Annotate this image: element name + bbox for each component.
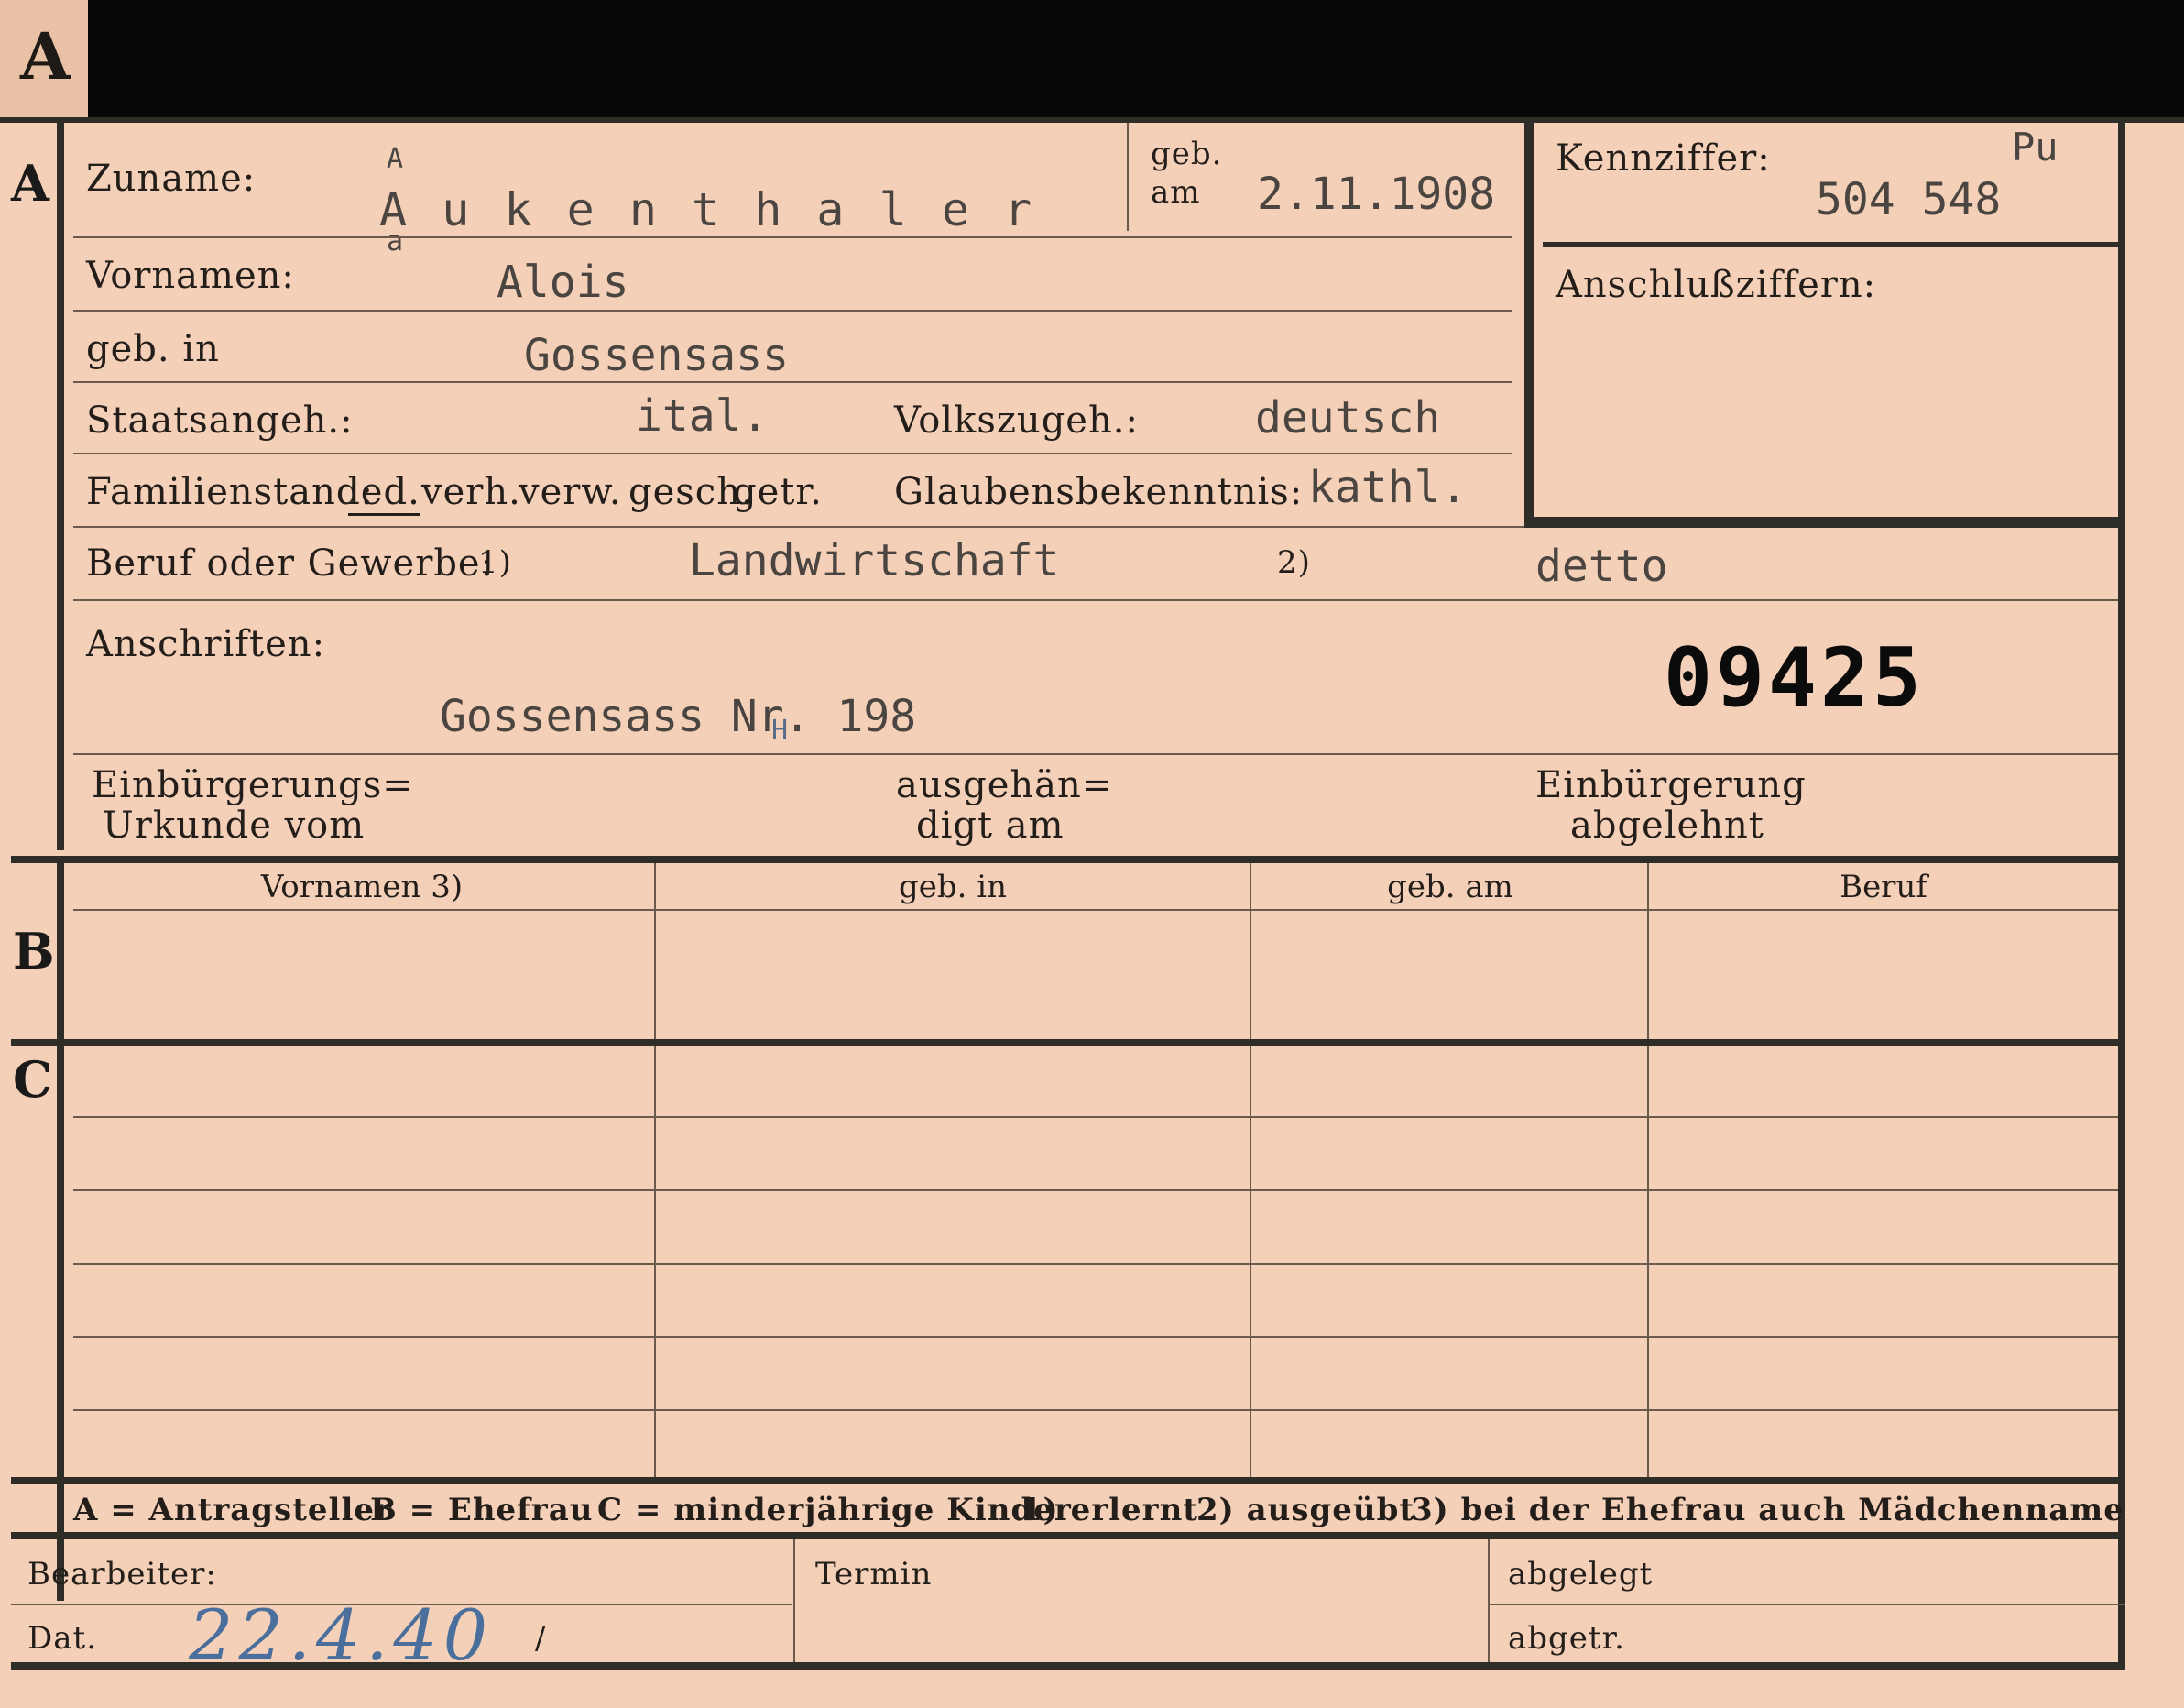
card-top-rule	[0, 117, 2184, 123]
col-header-first-names: Vornamen 3)	[260, 869, 464, 905]
address-value: Gossensass Nr. 198	[440, 691, 917, 742]
legend-row: A = Antragsteller B = Ehefrau C = minder…	[0, 1490, 2125, 1534]
surname-correction-top: A	[387, 143, 404, 175]
occupation-note-1: 1)	[478, 544, 512, 581]
footer-right-rule	[1490, 1604, 2125, 1605]
address-label: Anschriften:	[86, 623, 326, 665]
marital-row-rule	[73, 526, 1524, 528]
corner-tab-letter: A	[20, 18, 71, 94]
corner-tab: A	[0, 0, 88, 117]
legend-item-c: C = minderjährige Kinder	[597, 1492, 1072, 1528]
naturalization-label-1: Einbürgerungs=	[92, 764, 414, 806]
first-names-value: Alois	[497, 257, 629, 308]
section-a-letter: A	[11, 154, 49, 213]
surname-label: Zuname:	[86, 158, 257, 200]
footer-divider-1	[793, 1539, 795, 1662]
id-label: Kennziffer:	[1556, 137, 1771, 180]
section-b-bottom-rule	[11, 1039, 2125, 1046]
address-correction: H	[771, 715, 789, 747]
section-b-letter: B	[13, 922, 55, 980]
birth-date-value: 2.11.1908	[1257, 169, 1496, 220]
section-b-col-divider-1	[654, 863, 656, 1039]
connection-label: Anschlußziffern:	[1556, 264, 1877, 306]
occupation-value-2: detto	[1535, 541, 1668, 592]
marital-option-married: verh.	[421, 471, 521, 513]
surname-row-rule	[73, 236, 1512, 238]
section-a-left-rule	[57, 117, 64, 850]
handed-label-1: ausgehän=	[896, 764, 1114, 806]
marital-label: Familienstand:	[86, 471, 374, 513]
birth-label-1: geb.	[1151, 136, 1223, 172]
religion-value: kathl.	[1308, 462, 1468, 513]
naturalization-label-2: Urkunde vom	[103, 805, 366, 847]
section-c-bottom-rule	[11, 1477, 2125, 1484]
col-header-birthdate: geb. am	[1387, 869, 1513, 905]
date-label: Dat.	[27, 1620, 98, 1657]
dark-scan-border	[0, 0, 2184, 117]
section-b-header-rule	[73, 909, 2118, 911]
section-c-col-divider-3	[1647, 1046, 1649, 1477]
legend-note-2: 2) ausgeübt	[1196, 1492, 1415, 1528]
section-c-row-rule	[73, 1189, 2118, 1191]
citizenship-label: Staatsangeh.:	[86, 400, 354, 442]
deadline-label: Termin	[815, 1556, 933, 1593]
birthplace-row-rule	[73, 381, 1512, 383]
date-value: 22.4.40	[189, 1594, 494, 1676]
section-c-row-rule	[73, 1263, 2118, 1265]
marital-option-separated: getr.	[733, 471, 823, 513]
marital-option-single: led.	[348, 471, 420, 516]
occupation-note-2: 2)	[1277, 544, 1311, 581]
legend-note-3: 3) bei der Ehefrau auch Mädchenname	[1411, 1492, 2124, 1528]
section-b-col-divider-2	[1250, 863, 1251, 1039]
section-c-col-divider-2	[1250, 1046, 1251, 1477]
card-right-rule	[2118, 117, 2125, 1666]
surname-correction-below: a	[387, 225, 404, 257]
footer-divider-2	[1488, 1539, 1490, 1662]
occupation-value-1: Landwirtschaft	[689, 535, 1060, 586]
ethnicity-label: Volkszugeh.:	[894, 400, 1139, 442]
rejected-label-2: abgelehnt	[1570, 805, 1764, 847]
id-box-bottom-rule	[1524, 517, 2125, 528]
filed-label: abgelegt	[1508, 1556, 1654, 1593]
religion-label: Glaubensbekenntnis:	[894, 471, 1304, 513]
col-header-birthplace: geb. in	[898, 869, 1008, 905]
section-c-row-rule	[73, 1116, 2118, 1118]
ethnicity-value: deutsch	[1255, 392, 1441, 443]
col-header-occupation: Beruf	[1840, 869, 1927, 905]
marital-option-widowed: verw.	[519, 471, 622, 513]
first-names-row-rule	[73, 310, 1512, 312]
surname-divider	[1127, 123, 1129, 231]
occupation-row-rule	[73, 599, 2118, 601]
section-a-bottom-rule	[11, 856, 2125, 863]
date-slash: /	[535, 1620, 547, 1657]
removed-label: abgetr.	[1508, 1620, 1625, 1657]
id-prefix: Pu	[2012, 125, 2058, 170]
registration-card: A Zuname: A u k e n t h a l e r A a geb.…	[0, 117, 2184, 1708]
legend-note-1: 1) erlernt	[1021, 1492, 1199, 1528]
citizenship-value: ital.	[636, 390, 769, 442]
section-c-row-rule	[73, 1409, 2118, 1411]
section-c-letter: C	[13, 1050, 52, 1109]
first-names-label: Vornamen:	[86, 255, 295, 297]
section-c-col-divider-1	[654, 1046, 656, 1477]
id-value: 504 548	[1816, 174, 2002, 225]
surname-value: A u k e n t h a l e r	[379, 183, 1036, 236]
birthplace-label: geb. in	[86, 328, 220, 370]
legend-item-a: A = Antragsteller	[73, 1492, 392, 1528]
section-c-row-rule	[73, 1336, 2118, 1338]
handed-label-2: digt am	[916, 805, 1065, 847]
birth-label-2: am	[1151, 174, 1201, 211]
address-row-rule	[73, 753, 2118, 755]
id-box-left-rule	[1524, 123, 1534, 526]
occupation-label: Beruf oder Gewerbe:	[86, 542, 495, 585]
citizenship-row-rule	[73, 453, 1512, 454]
birthplace-value: Gossensass	[524, 330, 789, 381]
stamp-number: 09425	[1664, 630, 1925, 725]
legend-item-b: B = Ehefrau	[370, 1492, 594, 1528]
section-b-col-divider-3	[1647, 863, 1649, 1039]
processor-label: Bearbeiter:	[27, 1556, 217, 1593]
id-divider-rule	[1543, 242, 2118, 247]
rejected-label-1: Einbürgerung	[1535, 764, 1807, 806]
